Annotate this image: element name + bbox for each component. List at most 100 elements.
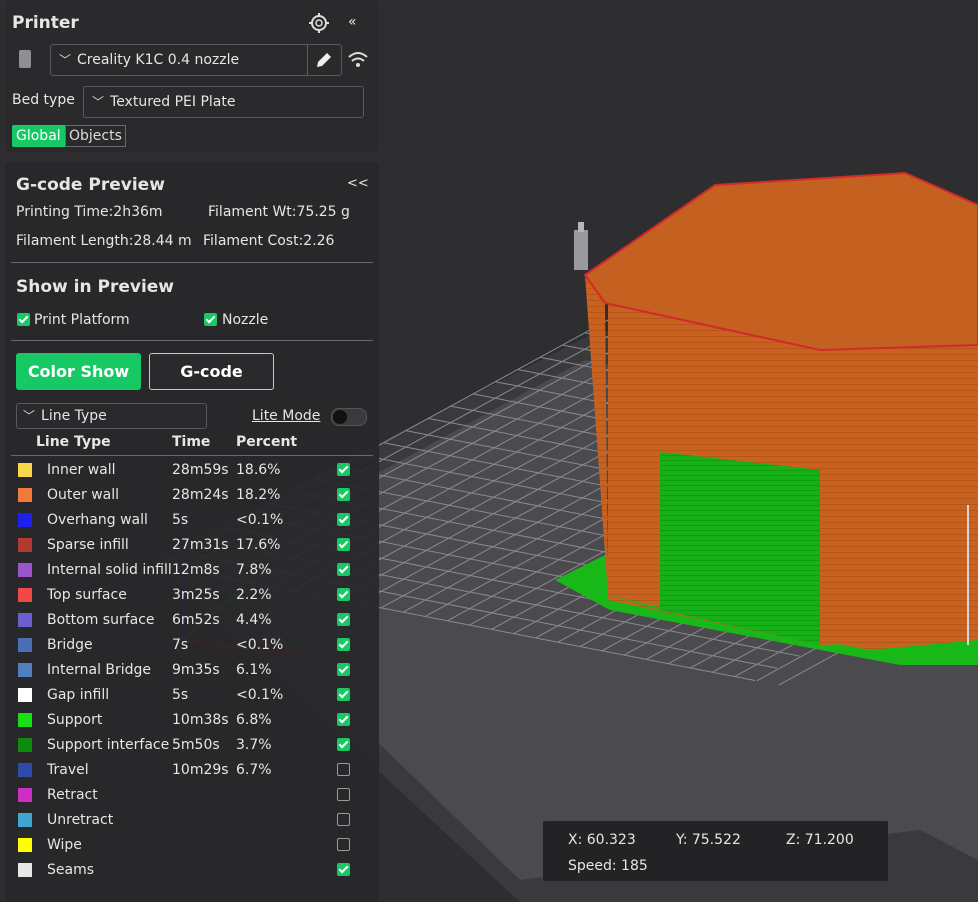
line-type-time: 12m8s bbox=[172, 562, 220, 578]
line-type-time: 5m50s bbox=[172, 737, 220, 753]
lite-mode-toggle[interactable] bbox=[331, 408, 367, 426]
line-type-percent: 6.1% bbox=[236, 662, 272, 678]
bed-type-select[interactable]: ﹀ Textured PEI Plate bbox=[83, 86, 364, 118]
legend-row: Support 10m38s 6.8% bbox=[11, 708, 373, 733]
line-type-checkbox[interactable] bbox=[337, 838, 350, 851]
line-type-checkbox[interactable] bbox=[337, 763, 350, 776]
col-line-type: Line Type bbox=[36, 434, 111, 450]
line-type-time: 10m29s bbox=[172, 762, 229, 778]
legend-row: Outer wall 28m24s 18.2% bbox=[11, 483, 373, 508]
printer-device-icon bbox=[19, 50, 31, 68]
line-type-percent: <0.1% bbox=[236, 687, 284, 703]
line-type-checkbox[interactable] bbox=[337, 588, 350, 601]
chevron-down-icon: ﹀ bbox=[23, 409, 36, 423]
color-swatch bbox=[18, 713, 32, 727]
print-platform-checkbox[interactable] bbox=[17, 313, 30, 326]
line-type-name: Support bbox=[47, 712, 103, 728]
line-type-time: 3m25s bbox=[172, 587, 220, 603]
color-swatch bbox=[18, 788, 32, 802]
line-type-name: Overhang wall bbox=[47, 512, 148, 528]
line-type-time: 6m52s bbox=[172, 612, 220, 628]
line-type-name: Bottom surface bbox=[47, 612, 155, 628]
line-type-name: Inner wall bbox=[47, 462, 116, 478]
line-type-checkbox[interactable] bbox=[337, 813, 350, 826]
gear-icon[interactable] bbox=[308, 12, 330, 34]
wifi-icon[interactable] bbox=[346, 48, 370, 70]
line-type-checkbox[interactable] bbox=[337, 538, 350, 551]
collapse-icon[interactable]: « bbox=[348, 14, 357, 30]
line-type-name: Wipe bbox=[47, 837, 82, 853]
model-right-wall bbox=[820, 342, 978, 645]
chevron-down-icon: ﹀ bbox=[92, 95, 105, 109]
legend-row: Retract bbox=[11, 783, 373, 808]
bed-type-value: Textured PEI Plate bbox=[110, 94, 236, 110]
line-type-checkbox[interactable] bbox=[337, 513, 350, 526]
legend-row: Bottom surface 6m52s 4.4% bbox=[11, 608, 373, 633]
line-type-percent: 18.2% bbox=[236, 487, 281, 503]
color-swatch bbox=[18, 738, 32, 752]
line-type-percent: <0.1% bbox=[236, 512, 284, 528]
line-type-percent: 2.2% bbox=[236, 587, 272, 603]
line-type-name: Gap infill bbox=[47, 687, 110, 703]
color-swatch bbox=[18, 463, 32, 477]
line-type-select[interactable]: ﹀ Line Type bbox=[16, 403, 207, 429]
chevron-down-icon: ﹀ bbox=[59, 53, 72, 67]
legend-row: Overhang wall 5s <0.1% bbox=[11, 508, 373, 533]
col-percent: Percent bbox=[236, 434, 298, 450]
printer-select[interactable]: ﹀ Creality K1C 0.4 nozzle bbox=[50, 44, 342, 76]
line-type-checkbox[interactable] bbox=[337, 713, 350, 726]
legend-row: Inner wall 28m59s 18.6% bbox=[11, 458, 373, 483]
filament-length: Filament Length:28.44 m bbox=[16, 233, 192, 249]
x-coordinate: X: 60.323 bbox=[568, 832, 636, 848]
line-type-time: 9m35s bbox=[172, 662, 220, 678]
tab-global[interactable]: Global bbox=[12, 125, 65, 147]
line-type-checkbox[interactable] bbox=[337, 638, 350, 651]
line-type-time: 5s bbox=[172, 512, 189, 528]
line-type-checkbox[interactable] bbox=[337, 738, 350, 751]
line-type-checkbox[interactable] bbox=[337, 563, 350, 576]
color-swatch bbox=[18, 638, 32, 652]
line-type-checkbox[interactable] bbox=[337, 613, 350, 626]
line-type-percent: 6.7% bbox=[236, 762, 272, 778]
legend-row: Wipe bbox=[11, 833, 373, 858]
line-type-checkbox[interactable] bbox=[337, 788, 350, 801]
legend-row: Gap infill 5s <0.1% bbox=[11, 683, 373, 708]
divider bbox=[11, 340, 373, 341]
line-type-name: Retract bbox=[47, 787, 98, 803]
tab-objects[interactable]: Objects bbox=[65, 125, 126, 147]
color-show-button[interactable]: Color Show bbox=[16, 353, 141, 390]
color-swatch bbox=[18, 813, 32, 827]
col-time: Time bbox=[172, 434, 211, 450]
line-type-checkbox[interactable] bbox=[337, 488, 350, 501]
speed-value: Speed: 185 bbox=[568, 858, 648, 874]
line-type-name: Travel bbox=[47, 762, 89, 778]
color-swatch bbox=[18, 538, 32, 552]
gcode-button[interactable]: G-code bbox=[149, 353, 274, 390]
line-type-time: 28m24s bbox=[172, 487, 229, 503]
legend-row: Support interface 5m50s 3.7% bbox=[11, 733, 373, 758]
position-readout: X: 60.323 Y: 75.522 Z: 71.200 Speed: 185 bbox=[543, 821, 888, 881]
line-type-name: Internal solid infill bbox=[47, 562, 172, 578]
nozzle-checkbox[interactable] bbox=[204, 313, 217, 326]
color-swatch bbox=[18, 588, 32, 602]
color-swatch bbox=[18, 763, 32, 777]
line-type-checkbox[interactable] bbox=[337, 463, 350, 476]
legend-row: Travel 10m29s 6.7% bbox=[11, 758, 373, 783]
divider bbox=[11, 455, 373, 456]
line-type-percent: 3.7% bbox=[236, 737, 272, 753]
line-type-time: 10m38s bbox=[172, 712, 229, 728]
legend-row: Internal solid infill 12m8s 7.8% bbox=[11, 558, 373, 583]
color-swatch bbox=[18, 838, 32, 852]
line-type-checkbox[interactable] bbox=[337, 863, 350, 876]
collapse-icon[interactable]: << bbox=[347, 176, 369, 191]
y-coordinate: Y: 75.522 bbox=[676, 832, 741, 848]
line-type-checkbox[interactable] bbox=[337, 688, 350, 701]
legend-row: Sparse infill 27m31s 17.6% bbox=[11, 533, 373, 558]
show-in-preview-title: Show in Preview bbox=[16, 277, 175, 297]
line-type-name: Support interface bbox=[47, 737, 170, 753]
line-type-name: Bridge bbox=[47, 637, 93, 653]
line-type-checkbox[interactable] bbox=[337, 663, 350, 676]
pencil-edit-icon[interactable] bbox=[314, 50, 334, 70]
bed-type-label: Bed type bbox=[12, 92, 75, 108]
color-swatch bbox=[18, 563, 32, 577]
